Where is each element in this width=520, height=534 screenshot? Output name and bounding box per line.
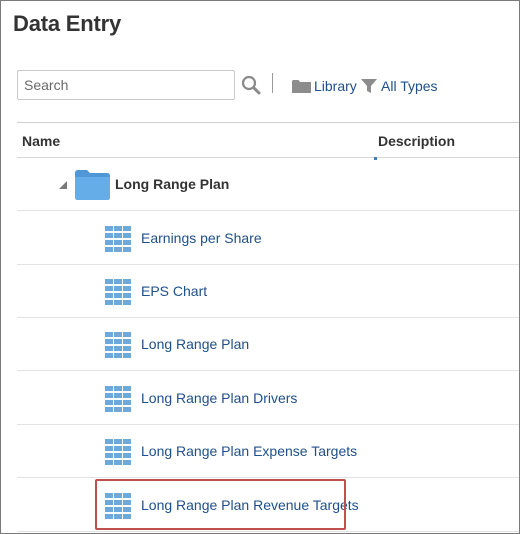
- folder-row[interactable]: Long Range Plan: [17, 158, 519, 211]
- item-link[interactable]: Long Range Plan: [141, 336, 249, 352]
- item-link[interactable]: Earnings per Share: [141, 230, 262, 246]
- table-row[interactable]: Long Range Plan Drivers: [17, 372, 519, 425]
- grid-icon: [105, 386, 131, 412]
- types-filter-label: All Types: [381, 78, 438, 94]
- search-input[interactable]: [18, 71, 234, 99]
- library-button[interactable]: Library: [292, 76, 357, 96]
- table-row[interactable]: EPS Chart: [17, 265, 519, 318]
- grid-icon: [105, 226, 131, 252]
- item-link[interactable]: Long Range Plan Drivers: [141, 390, 297, 406]
- grid-icon: [105, 439, 131, 465]
- folder-icon: [292, 79, 311, 93]
- search-icon[interactable]: [240, 74, 262, 96]
- grid-icon: [105, 332, 131, 358]
- collapse-triangle-icon[interactable]: [58, 180, 68, 190]
- table-row[interactable]: Earnings per Share: [17, 212, 519, 265]
- page-title: Data Entry: [13, 11, 122, 36]
- folder-icon: [75, 170, 110, 200]
- types-filter-button[interactable]: All Types: [361, 76, 438, 96]
- column-header-description[interactable]: Description: [378, 133, 455, 149]
- grid-icon: [105, 279, 131, 305]
- filter-icon: [361, 78, 377, 93]
- table-row[interactable]: Long Range Plan: [17, 318, 519, 371]
- table-top-border: [17, 122, 519, 123]
- folder-label: Long Range Plan: [115, 176, 230, 192]
- search-box[interactable]: [17, 70, 235, 100]
- toolbar-separator: [272, 73, 273, 93]
- data-entry-panel: Data Entry Library All Types Name Descri…: [0, 0, 520, 534]
- column-header-name[interactable]: Name: [22, 133, 60, 149]
- item-link[interactable]: Long Range Plan Revenue Targets: [141, 497, 359, 513]
- table-row[interactable]: Long Range Plan Revenue Targets: [17, 479, 519, 532]
- item-link[interactable]: EPS Chart: [141, 283, 207, 299]
- library-label: Library: [314, 78, 357, 94]
- grid-icon: [105, 493, 131, 519]
- table-row[interactable]: Long Range Plan Expense Targets: [17, 425, 519, 478]
- item-link[interactable]: Long Range Plan Expense Targets: [141, 443, 357, 459]
